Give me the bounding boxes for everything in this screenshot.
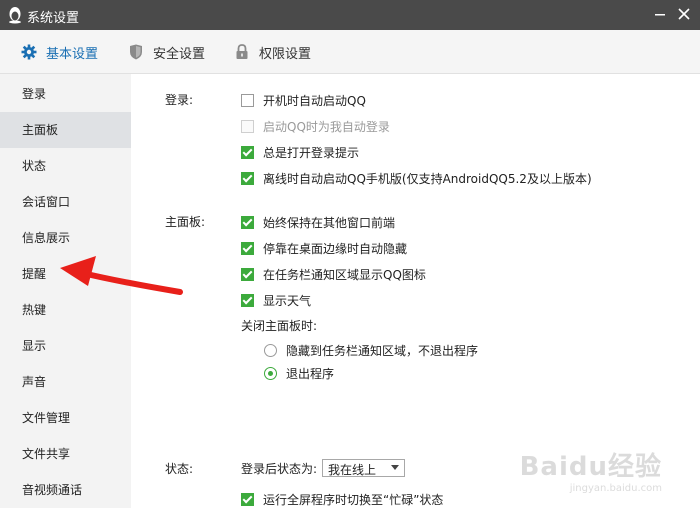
sidebar-item-hotkeys[interactable]: 热键 [0, 292, 131, 328]
sidebar-item-file-management[interactable]: 文件管理 [0, 400, 131, 436]
lock-icon [236, 44, 248, 59]
autologin-checkbox [241, 119, 254, 133]
sidebar-item-sound[interactable]: 声音 [0, 364, 131, 400]
hide-to-tray-radio-row[interactable]: 隐藏到任务栏通知区域，不退出程序 [264, 341, 478, 359]
sidebar-item-av-call[interactable]: 音视频通话 [0, 472, 131, 508]
tab-permission-settings[interactable]: 权限设置 [233, 42, 311, 62]
settings-content: 登录: 开机时自动启动QQ 启动QQ时为我自动登录 总是打开登录提示 离线时自动… [131, 74, 700, 508]
option-label: 开机时自动启动QQ [263, 93, 366, 108]
autostart-checkbox[interactable] [241, 93, 254, 107]
sidebar-item-login[interactable]: 登录 [0, 76, 131, 112]
status-section-label: 状态: [165, 462, 194, 476]
option-label: 运行全屏程序时切换至“忙碌”状态 [263, 492, 444, 507]
hide-to-tray-radio[interactable] [264, 343, 277, 357]
option-label: 总是打开登录提示 [263, 145, 360, 160]
fullscreen-busy-checkbox[interactable] [241, 492, 254, 506]
gear-icon [21, 44, 37, 60]
option-label: 显示天气 [263, 293, 312, 308]
sidebar-item-status[interactable]: 状态 [0, 148, 131, 184]
option-label: 始终保持在其他窗口前端 [263, 215, 396, 230]
settings-sidebar: 登录 主面板 状态 会话窗口 信息展示 提醒 热键 显示 声音 文件管理 文件共… [0, 74, 131, 508]
autologin-checkbox-row: 启动QQ时为我自动登录 [241, 117, 390, 135]
title-bar: 系统设置 [0, 0, 700, 30]
always-on-top-checkbox[interactable] [241, 215, 254, 229]
login-status-dropdown[interactable]: 我在线上 [322, 459, 405, 477]
offline-mobile-checkbox-row[interactable]: 离线时自动启动QQ手机版(仅支持AndroidQQ5.2及以上版本) [241, 169, 592, 187]
shield-icon [130, 44, 142, 60]
main-panel-section-label: 主面板: [165, 215, 206, 229]
auto-hide-checkbox[interactable] [241, 241, 254, 255]
auto-hide-checkbox-row[interactable]: 停靠在桌面边缘时自动隐藏 [241, 239, 407, 257]
tab-label: 基本设置 [46, 46, 99, 62]
tab-basic-settings[interactable]: 基本设置 [20, 42, 98, 62]
sidebar-item-chat-window[interactable]: 会话窗口 [0, 184, 131, 220]
sidebar-item-display[interactable]: 显示 [0, 328, 131, 364]
offline-mobile-checkbox[interactable] [241, 171, 254, 185]
exit-program-radio-row[interactable]: 退出程序 [264, 364, 334, 382]
close-icon[interactable] [676, 6, 692, 22]
watermark-main: Baidu经验 [519, 452, 662, 482]
minimize-icon[interactable] [652, 6, 668, 22]
chevron-down-icon [391, 465, 399, 470]
login-tip-checkbox[interactable] [241, 145, 254, 159]
close-panel-label: 关闭主面板时: [241, 319, 318, 333]
autostart-checkbox-row[interactable]: 开机时自动启动QQ [241, 91, 366, 109]
show-weather-checkbox[interactable] [241, 293, 254, 307]
tab-label: 权限设置 [259, 46, 312, 62]
after-login-status-label: 登录后状态为: [241, 462, 318, 476]
tab-label: 安全设置 [153, 46, 206, 62]
fullscreen-busy-checkbox-row[interactable]: 运行全屏程序时切换至“忙碌”状态 [241, 490, 443, 508]
option-label: 隐藏到任务栏通知区域，不退出程序 [286, 343, 479, 358]
login-section-label: 登录: [165, 93, 194, 107]
sidebar-item-main-panel[interactable]: 主面板 [0, 112, 131, 148]
sidebar-item-info-display[interactable]: 信息展示 [0, 220, 131, 256]
tray-icon-checkbox[interactable] [241, 267, 254, 281]
show-weather-checkbox-row[interactable]: 显示天气 [241, 291, 311, 309]
qq-penguin-icon [9, 7, 21, 24]
dropdown-value: 我在线上 [328, 463, 377, 477]
window-title: 系统设置 [27, 11, 80, 26]
login-tip-checkbox-row[interactable]: 总是打开登录提示 [241, 143, 359, 161]
tab-security-settings[interactable]: 安全设置 [127, 42, 205, 62]
tray-icon-checkbox-row[interactable]: 在任务栏通知区域显示QQ图标 [241, 265, 426, 283]
option-label: 停靠在桌面边缘时自动隐藏 [263, 241, 408, 256]
option-label: 在任务栏通知区域显示QQ图标 [263, 267, 426, 282]
baidu-watermark: Baidu经验 jingyan.baidu.com [520, 446, 662, 494]
sidebar-item-file-sharing[interactable]: 文件共享 [0, 436, 131, 472]
option-label: 离线时自动启动QQ手机版(仅支持AndroidQQ5.2及以上版本) [263, 171, 592, 186]
option-label: 启动QQ时为我自动登录 [263, 119, 390, 134]
option-label: 退出程序 [286, 366, 335, 381]
settings-tab-bar: 基本设置 安全设置 权限设置 [0, 30, 700, 74]
sidebar-item-reminders[interactable]: 提醒 [0, 256, 131, 292]
watermark-sub: jingyan.baidu.com [569, 483, 662, 494]
exit-program-radio[interactable] [264, 366, 277, 380]
always-on-top-checkbox-row[interactable]: 始终保持在其他窗口前端 [241, 213, 395, 231]
